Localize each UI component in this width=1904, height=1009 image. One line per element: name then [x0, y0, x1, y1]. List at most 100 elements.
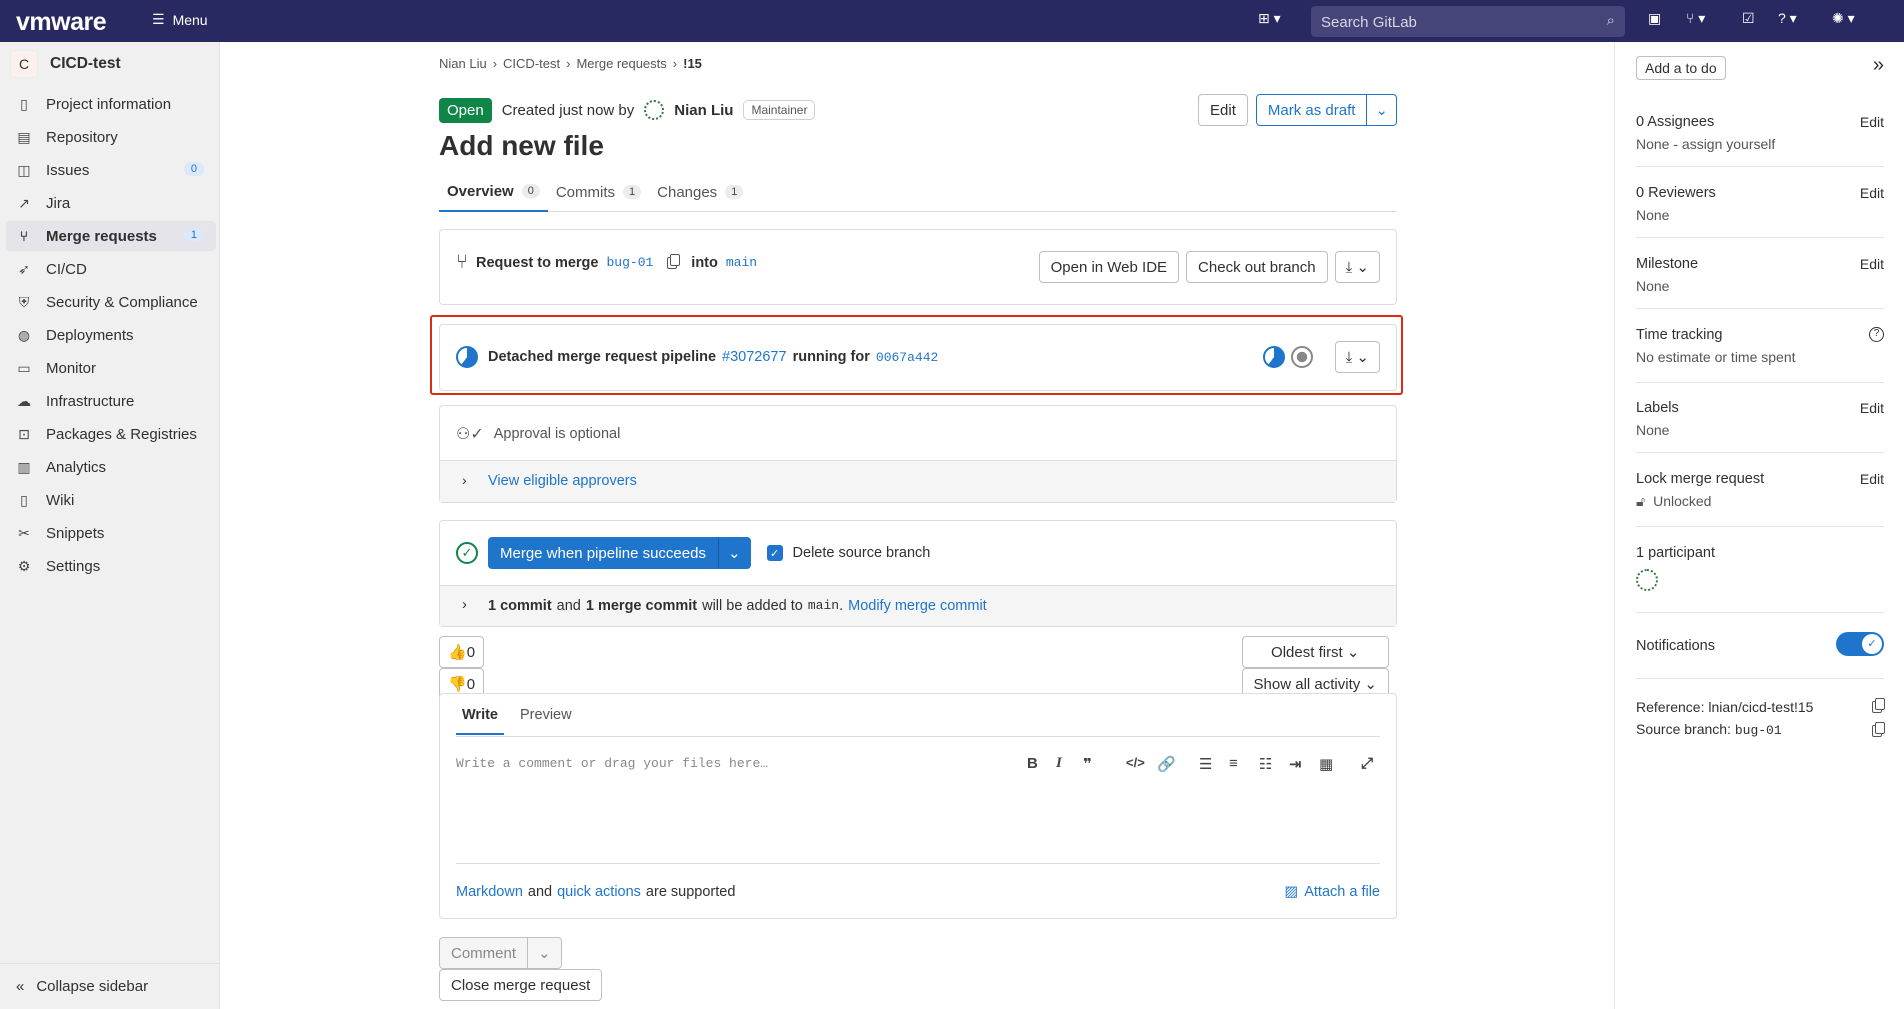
- sidebar-item-cicd[interactable]: ➶ CI/CD: [6, 254, 216, 284]
- issues-nav-icon[interactable]: ▣: [1648, 10, 1661, 27]
- milestone-edit-link[interactable]: Edit: [1860, 256, 1884, 272]
- check-out-branch-button[interactable]: Check out branch: [1186, 251, 1328, 283]
- notifications-toggle[interactable]: ✓: [1836, 632, 1884, 656]
- sidebar-item-merge-requests[interactable]: ⑂ Merge requests 1: [6, 221, 216, 251]
- sidebar-item-project-information[interactable]: ▯ Project information: [6, 89, 216, 119]
- merge-commit-row: › 1 commit and 1 merge commit will be ad…: [440, 585, 1396, 626]
- comment-button[interactable]: Comment: [439, 937, 529, 969]
- sidebar-item-analytics[interactable]: ▥ Analytics: [6, 452, 216, 482]
- sidebar-item-label: Repository: [46, 128, 118, 146]
- attach-file-label: Attach a file: [1304, 884, 1380, 900]
- breadcrumb-project[interactable]: CICD-test: [503, 56, 560, 71]
- numbered-list-icon[interactable]: ≡: [1229, 755, 1238, 772]
- left-sidebar: C CICD-test ▯ Project information ▤ Reposi…: [0, 42, 220, 1009]
- merge-when-pipeline-succeeds-button[interactable]: Merge when pipeline succeeds: [488, 537, 718, 569]
- assignees-value[interactable]: None - assign yourself: [1636, 136, 1884, 152]
- quote-icon[interactable]: ❞: [1083, 755, 1092, 773]
- delete-source-checkbox[interactable]: ✓: [766, 545, 783, 561]
- sidebar-item-infrastructure[interactable]: ☁ Infrastructure: [6, 386, 216, 416]
- merge-requests-nav-icon[interactable]: ⑂ ▾: [1686, 10, 1705, 27]
- draft-dropdown-button[interactable]: ⌄: [1367, 94, 1397, 126]
- link-icon[interactable]: 🔗: [1157, 755, 1176, 773]
- cloud-icon: ☁: [17, 392, 31, 409]
- sidebar-item-security[interactable]: ⛨ Security & Compliance: [6, 287, 216, 317]
- code-icon[interactable]: </>: [1126, 755, 1145, 770]
- labels-edit-link[interactable]: Edit: [1860, 400, 1884, 416]
- sidebar-item-jira[interactable]: ↗ Jira: [6, 188, 216, 218]
- sidebar-item-wiki[interactable]: ▯ Wiki: [6, 485, 216, 515]
- chevron-right-icon[interactable]: ›: [462, 597, 467, 613]
- collapse-right-sidebar-icon[interactable]: »: [1873, 54, 1884, 77]
- user-avatar-icon[interactable]: ✺ ▾: [1832, 10, 1855, 27]
- vmware-logo[interactable]: vmware: [16, 8, 107, 37]
- view-approvers-link[interactable]: View eligible approvers: [488, 473, 637, 489]
- sidebar-item-monitor[interactable]: ▭ Monitor: [6, 353, 216, 383]
- help-icon[interactable]: ? ▾: [1778, 10, 1797, 27]
- comment-textarea[interactable]: Write a comment or drag your files here…: [456, 754, 1380, 864]
- sort-order-dropdown[interactable]: Oldest first ⌄: [1241, 636, 1389, 668]
- merge-added-text: will be added to: [702, 598, 803, 614]
- copy-reference-icon[interactable]: [1872, 698, 1885, 713]
- add-todo-button[interactable]: Add a to do: [1636, 56, 1726, 80]
- bold-icon[interactable]: B: [1027, 755, 1038, 772]
- write-tab[interactable]: Write: [456, 695, 504, 735]
- tab-commits[interactable]: Commits 1: [548, 172, 649, 212]
- assignees-edit-link[interactable]: Edit: [1860, 114, 1884, 130]
- lock-edit-link[interactable]: Edit: [1860, 471, 1884, 487]
- sidebar-item-snippets[interactable]: ✂ Snippets: [6, 518, 216, 548]
- tab-overview[interactable]: Overview 0: [439, 172, 548, 212]
- reviewers-edit-link[interactable]: Edit: [1860, 185, 1884, 201]
- activity-filter-label: Show all activity: [1253, 675, 1361, 693]
- author-name[interactable]: Nian Liu: [674, 102, 733, 119]
- open-web-ide-button[interactable]: Open in Web IDE: [1038, 251, 1180, 283]
- collapse-sidebar-button[interactable]: « Collapse sidebar: [0, 963, 220, 1009]
- fullscreen-icon[interactable]: ⤢: [1361, 755, 1373, 772]
- search-input[interactable]: Search GitLab ⌕: [1311, 6, 1625, 37]
- merge-commit-count: 1 merge commit: [585, 598, 698, 614]
- chevron-right-icon[interactable]: ›: [462, 472, 467, 488]
- source-branch-link[interactable]: bug-01: [606, 255, 653, 270]
- todos-nav-icon[interactable]: ☑: [1742, 10, 1755, 27]
- task-list-icon[interactable]: ☷: [1259, 755, 1272, 773]
- target-branch-link[interactable]: main: [726, 255, 757, 270]
- preview-tab[interactable]: Preview: [520, 707, 572, 723]
- mark-as-draft-button[interactable]: Mark as draft: [1255, 94, 1368, 126]
- bullet-list-icon[interactable]: ☰: [1199, 755, 1212, 773]
- comment-type-dropdown[interactable]: ⌄: [528, 937, 562, 969]
- collapsible-icon[interactable]: ⇥: [1289, 755, 1302, 773]
- sidebar-item-settings[interactable]: ⚙ Settings: [6, 551, 216, 581]
- help-circle-icon[interactable]: ?: [1869, 327, 1884, 342]
- participant-avatar[interactable]: [1636, 569, 1658, 591]
- sidebar-project[interactable]: C CICD-test: [10, 50, 121, 78]
- sidebar-item-repository[interactable]: ▤ Repository: [6, 122, 216, 152]
- copy-branch-icon[interactable]: [1872, 722, 1885, 737]
- page-title: Add new file: [439, 130, 604, 161]
- merge-options-dropdown[interactable]: ⌄: [717, 537, 751, 569]
- sidebar-item-deployments[interactable]: ◍ Deployments: [6, 320, 216, 350]
- italic-icon[interactable]: I: [1056, 755, 1062, 772]
- create-new-icon[interactable]: ⊞ ▾: [1258, 10, 1281, 27]
- quick-actions-link[interactable]: quick actions: [557, 884, 641, 900]
- search-placeholder: Search GitLab: [1321, 14, 1417, 31]
- thumbs-up-button[interactable]: 👍 0: [439, 636, 485, 668]
- edit-button[interactable]: Edit: [1198, 94, 1248, 126]
- sidebar-item-issues[interactable]: ◫ Issues 0: [6, 155, 216, 185]
- image-icon: ▨: [1284, 884, 1299, 900]
- close-merge-request-button[interactable]: Close merge request: [439, 969, 603, 1001]
- breadcrumb-merge-requests[interactable]: Merge requests: [576, 56, 666, 71]
- author-avatar[interactable]: [644, 100, 665, 120]
- modify-merge-commit-link[interactable]: Modify merge commit: [848, 598, 987, 614]
- table-icon[interactable]: ▦: [1319, 755, 1333, 773]
- tab-changes[interactable]: Changes 1: [649, 172, 751, 212]
- tab-label: Commits: [555, 183, 616, 201]
- breadcrumb-current[interactable]: !15: [683, 56, 702, 71]
- copy-icon[interactable]: [667, 253, 681, 269]
- breadcrumb-user[interactable]: Nian Liu: [439, 56, 487, 71]
- markdown-link[interactable]: Markdown: [456, 884, 523, 900]
- attach-file-link[interactable]: ▨ Attach a file: [1285, 884, 1380, 900]
- sidebar-item-packages[interactable]: ⊡ Packages & Registries: [6, 419, 216, 449]
- delete-source-label[interactable]: Delete source branch: [793, 545, 931, 561]
- download-dropdown-button[interactable]: ⤓ ⌄: [1334, 251, 1380, 283]
- sidebar-item-label: Settings: [46, 557, 101, 575]
- menu-button[interactable]: ☰ Menu: [152, 11, 208, 28]
